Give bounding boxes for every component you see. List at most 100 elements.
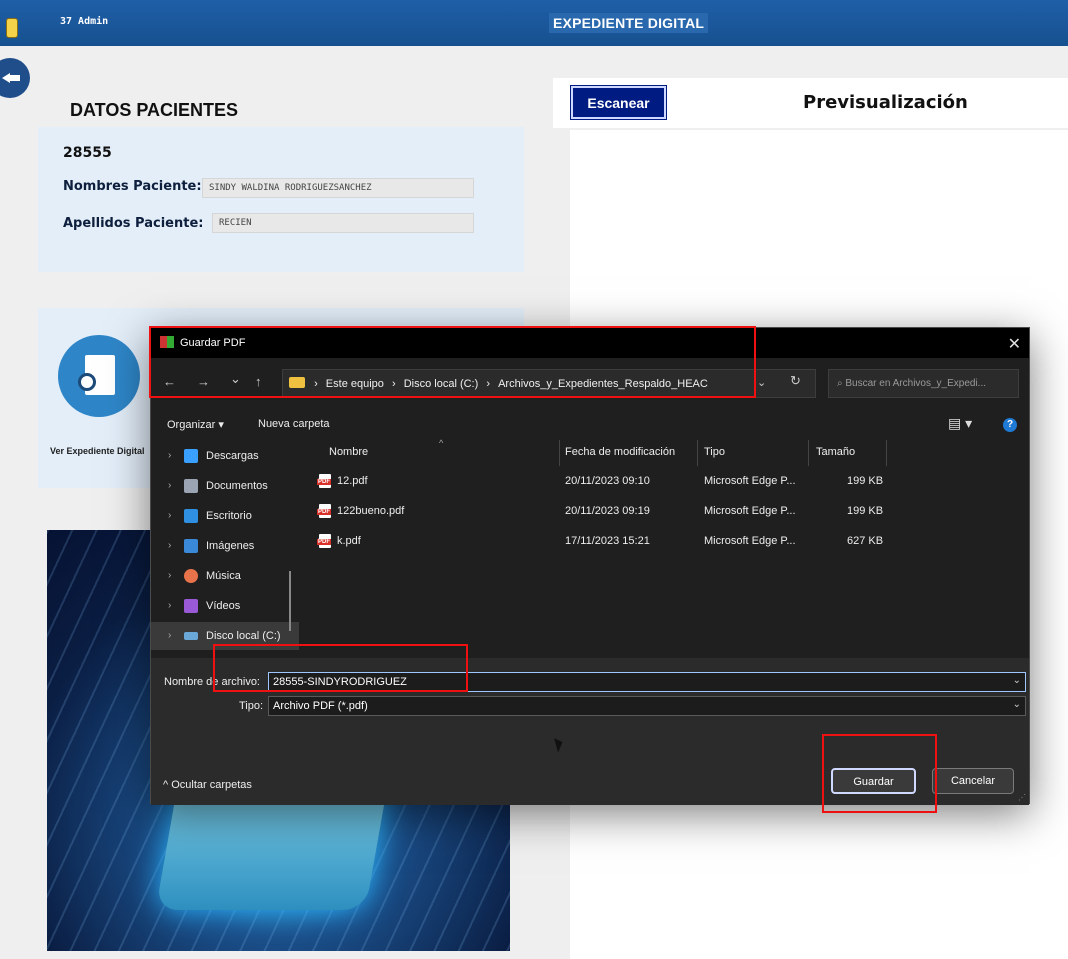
- app-title: EXPEDIENTE DIGITAL: [549, 13, 709, 33]
- back-arrow-icon[interactable]: [0, 58, 30, 98]
- resize-grip-icon[interactable]: ⋰: [1018, 793, 1026, 802]
- breadcrumb-this-pc[interactable]: Este equipo: [326, 378, 384, 390]
- breadcrumb-sep: ›: [391, 378, 396, 390]
- videos-icon: [184, 599, 198, 613]
- file-name: 122bueno.pdf: [337, 505, 405, 517]
- pdf-file-icon: [317, 534, 331, 548]
- nav-label: Imágenes: [206, 540, 255, 552]
- hide-folders-button[interactable]: ^ Ocultar carpetas: [163, 779, 252, 791]
- nav-item-local-disk[interactable]: › Disco local (C:): [151, 622, 299, 650]
- nav-item-documents[interactable]: › Documentos: [151, 472, 299, 500]
- command-bar: Organizar ▾ Nueva carpeta ▤ ▾ ?: [151, 412, 1029, 438]
- nav-item-videos[interactable]: › Vídeos: [151, 592, 299, 620]
- file-date: 20/11/2023 09:10: [565, 475, 650, 487]
- chevron-down-icon[interactable]: ⌄: [1013, 675, 1021, 686]
- nav-label: Documentos: [206, 480, 268, 492]
- names-label: Nombres Paciente:: [63, 179, 202, 194]
- chevron-right-icon[interactable]: ›: [168, 630, 171, 641]
- help-icon[interactable]: ?: [1003, 418, 1017, 432]
- sort-asc-icon: ^: [439, 438, 444, 448]
- type-value: Archivo PDF (*.pdf): [273, 700, 368, 712]
- nav-label: Descargas: [206, 450, 259, 462]
- patient-card: 28555 Nombres Paciente: SINDY WALDINA RO…: [38, 127, 524, 272]
- navigation-pane: › Descargas › Documentos › Escritorio › …: [151, 440, 299, 650]
- nav-item-images[interactable]: › Imágenes: [151, 532, 299, 560]
- chevron-right-icon[interactable]: ›: [168, 540, 171, 551]
- chevron-right-icon[interactable]: ›: [168, 510, 171, 521]
- names-field[interactable]: SINDY WALDINA RODRIGUEZSANCHEZ: [202, 178, 474, 198]
- surnames-label: Apellidos Paciente:: [63, 216, 204, 231]
- view-expediente-label[interactable]: Ver Expediente Digital: [50, 446, 145, 456]
- address-dropdown-icon[interactable]: ⌄: [757, 376, 766, 389]
- address-bar[interactable]: › Este equipo › Disco local (C:) › Archi…: [282, 369, 816, 398]
- nav-scrollbar[interactable]: [289, 571, 291, 631]
- nav-label: Vídeos: [206, 600, 241, 612]
- breadcrumb-folder[interactable]: Archivos_y_Expedientes_Respaldo_HEAC: [498, 378, 708, 390]
- view-options-icon[interactable]: ▤ ▾: [948, 415, 972, 432]
- pdf-file-icon: [317, 504, 331, 518]
- col-type[interactable]: Tipo: [704, 446, 725, 458]
- dialog-title: Guardar PDF: [180, 337, 246, 349]
- col-size[interactable]: Tamaño: [816, 446, 855, 458]
- file-size: 199 KB: [847, 475, 884, 487]
- forward-nav-icon[interactable]: →: [197, 374, 210, 389]
- col-date[interactable]: Fecha de modificación: [565, 446, 675, 458]
- type-label: Tipo:: [239, 700, 264, 712]
- chevron-right-icon[interactable]: ›: [168, 450, 171, 461]
- nav-label: Escritorio: [206, 510, 252, 522]
- filename-input[interactable]: 28555-SINDYRODRIGUEZ ⌄: [268, 672, 1026, 692]
- app-icon: [6, 18, 18, 38]
- type-select[interactable]: Archivo PDF (*.pdf) ⌄: [268, 696, 1026, 716]
- top-bar: 37 Admin EXPEDIENTE DIGITAL: [0, 0, 1068, 46]
- save-pdf-dialog: Guardar PDF ✕ ← → ⌄ ↑ › Este equipo › Di…: [150, 327, 1031, 805]
- drive-icon: [184, 632, 198, 640]
- file-type: Microsoft Edge P...: [704, 535, 796, 547]
- pdf-file-icon: [317, 474, 331, 488]
- images-icon: [184, 539, 198, 553]
- breadcrumb-local-disk[interactable]: Disco local (C:): [404, 378, 479, 390]
- up-nav-icon[interactable]: ↑: [255, 374, 262, 389]
- table-row[interactable]: k.pdf 17/11/2023 15:21 Microsoft Edge P.…: [301, 529, 1031, 557]
- breadcrumb-sep: ›: [314, 378, 318, 390]
- dialog-app-icon: [160, 336, 174, 348]
- music-icon: [184, 569, 198, 583]
- col-name[interactable]: Nombre: [329, 446, 368, 458]
- dialog-title-bar: Guardar PDF ✕: [151, 328, 1029, 358]
- back-nav-icon[interactable]: ←: [163, 374, 176, 389]
- nav-item-music[interactable]: › Música: [151, 562, 299, 590]
- surnames-field[interactable]: RECIEN: [212, 213, 474, 233]
- nav-label: Música: [206, 570, 241, 582]
- table-row[interactable]: 12.pdf 20/11/2023 09:10 Microsoft Edge P…: [301, 469, 1031, 497]
- save-button[interactable]: Guardar: [831, 768, 916, 794]
- nav-item-downloads[interactable]: › Descargas: [151, 442, 299, 470]
- table-row[interactable]: 122bueno.pdf 20/11/2023 09:19 Microsoft …: [301, 499, 1031, 527]
- documents-icon: [184, 479, 198, 493]
- chevron-right-icon[interactable]: ›: [168, 480, 171, 491]
- user-label: 37 Admin: [60, 16, 109, 27]
- file-date: 17/11/2023 15:21: [565, 535, 650, 547]
- close-icon[interactable]: ✕: [1008, 334, 1021, 354]
- address-row: ← → ⌄ ↑ › Este equipo › Disco local (C:)…: [151, 358, 1029, 408]
- file-date: 20/11/2023 09:19: [565, 505, 650, 517]
- file-type: Microsoft Edge P...: [704, 475, 796, 487]
- recent-locations-icon[interactable]: ⌄: [230, 371, 241, 387]
- refresh-icon[interactable]: ↻: [790, 373, 801, 389]
- organize-menu[interactable]: Organizar ▾: [167, 418, 224, 431]
- file-name: k.pdf: [337, 535, 361, 547]
- chevron-down-icon[interactable]: ⌄: [1013, 699, 1021, 710]
- search-input[interactable]: ⌕ Buscar en Archivos_y_Expedi...: [828, 369, 1019, 398]
- chevron-right-icon[interactable]: ›: [168, 600, 171, 611]
- download-icon: [184, 449, 198, 463]
- file-list: ^ Nombre Fecha de modificación Tipo Tama…: [301, 438, 1031, 650]
- file-size: 627 KB: [847, 535, 884, 547]
- new-folder-button[interactable]: Nueva carpeta: [258, 418, 330, 430]
- folder-icon: [289, 377, 305, 388]
- breadcrumb-sep: ›: [486, 378, 491, 390]
- nav-item-desktop[interactable]: › Escritorio: [151, 502, 299, 530]
- filename-label: Nombre de archivo:: [164, 676, 260, 688]
- chevron-right-icon[interactable]: ›: [168, 570, 171, 581]
- scan-button[interactable]: Escanear: [570, 85, 667, 120]
- cancel-button[interactable]: Cancelar: [932, 768, 1014, 794]
- view-document-icon[interactable]: [58, 335, 140, 417]
- filename-value: 28555-SINDYRODRIGUEZ: [273, 676, 407, 688]
